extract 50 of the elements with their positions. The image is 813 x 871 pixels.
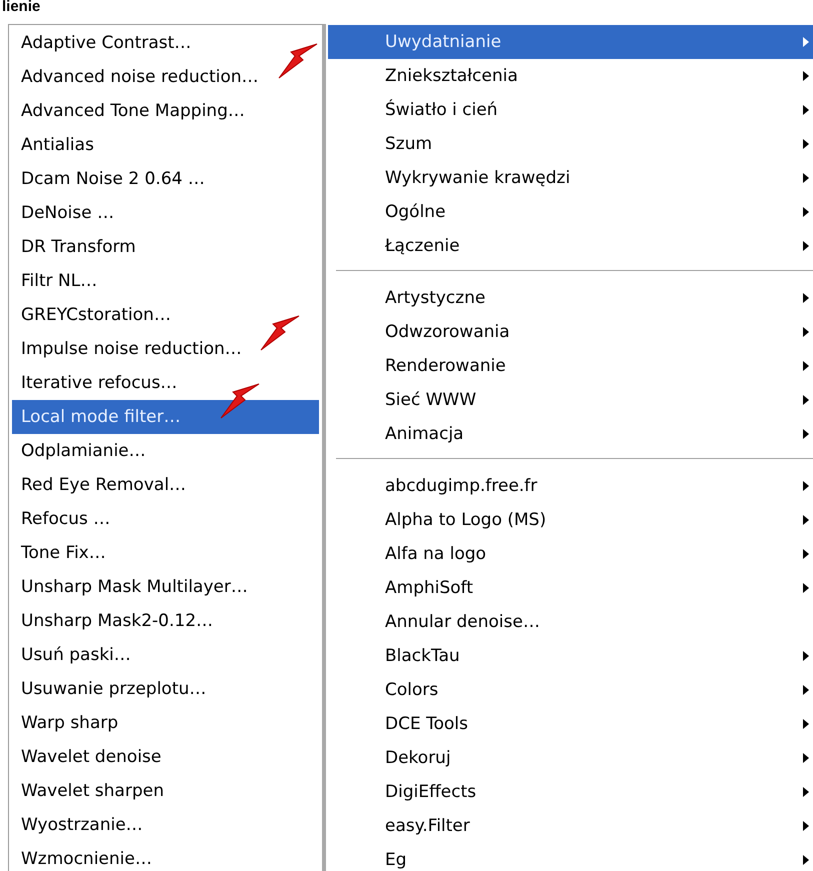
menu-item[interactable]: Refocus … xyxy=(12,502,112,536)
menu-item[interactable]: Adaptive Contrast… xyxy=(12,26,194,60)
menu-item[interactable]: Advanced noise reduction… xyxy=(12,60,261,94)
menu-item[interactable]: Sieć WWW xyxy=(328,383,813,417)
menu-item[interactable]: Wzmocnienie… xyxy=(12,842,154,871)
menu-item[interactable]: Dekoruj xyxy=(328,741,813,775)
menu-item[interactable]: Iterative refocus… xyxy=(12,366,180,400)
menu-item[interactable]: Eg xyxy=(328,843,813,871)
menu-item[interactable]: Łączenie xyxy=(328,229,813,263)
menu-item[interactable]: Colors xyxy=(328,673,813,707)
menu-item[interactable]: Ogólne xyxy=(328,195,813,229)
menu-item[interactable]: DigiEffects xyxy=(328,775,813,809)
menu-item[interactable]: Annular denoise… xyxy=(328,605,813,639)
menu-item[interactable]: Animacja xyxy=(328,417,813,451)
menu-item[interactable]: Dcam Noise 2 0.64 … xyxy=(12,162,207,196)
menu-item[interactable]: GREYCstoration… xyxy=(12,298,173,332)
menu-item[interactable]: easy.Filter xyxy=(328,809,813,843)
menu-item[interactable]: Alfa na logo xyxy=(328,537,813,571)
menu-item[interactable]: abcdugimp.free.fr xyxy=(328,469,813,503)
menu-item[interactable]: Usuwanie przeplotu… xyxy=(12,672,208,706)
menu-item[interactable]: Szum xyxy=(328,127,813,161)
menu-item[interactable]: Wavelet denoise xyxy=(12,740,164,774)
menu-item[interactable]: DCE Tools xyxy=(328,707,813,741)
menu-item[interactable]: Red Eye Removal… xyxy=(12,468,188,502)
menu-item[interactable]: Odwzorowania xyxy=(328,315,813,349)
menu-item[interactable]: Renderowanie xyxy=(328,349,813,383)
menu-item[interactable]: Unsharp Mask Multilayer… xyxy=(12,570,250,604)
menu-item[interactable]: Światło i cień xyxy=(328,93,813,127)
menu-item[interactable]: Alpha to Logo (MS) xyxy=(328,503,813,537)
menu-item[interactable]: Advanced Tone Mapping… xyxy=(12,94,247,128)
menu-item[interactable]: Odplamianie… xyxy=(12,434,148,468)
menu-item[interactable]: Unsharp Mask2-0.12… xyxy=(12,604,216,638)
menu-item[interactable]: Filtr NL… xyxy=(12,264,100,298)
menu-item[interactable]: Zniekształcenia xyxy=(328,59,813,93)
menu-item[interactable]: Artystyczne xyxy=(328,281,813,315)
menu-item[interactable]: Wyostrzanie… xyxy=(12,808,145,842)
menu-item[interactable]: Uwydatnianie xyxy=(328,25,813,59)
menu-item[interactable]: Wavelet sharpen xyxy=(12,774,166,808)
menu-item[interactable]: DR Transform xyxy=(12,230,138,264)
menu-item[interactable]: Antialias xyxy=(12,128,96,162)
menu-item[interactable]: BlackTau xyxy=(328,639,813,673)
menu-item[interactable]: AmphiSoft xyxy=(328,571,813,605)
menu-item[interactable]: Impulse noise reduction… xyxy=(12,332,244,366)
menu-item[interactable]: Usuń paski… xyxy=(12,638,133,672)
header-title: lienie xyxy=(1,0,42,14)
menu-item[interactable]: DeNoise … xyxy=(12,196,116,230)
menu-item[interactable]: Wykrywanie krawędzi xyxy=(328,161,813,195)
menu-item[interactable]: Warp sharp xyxy=(12,706,120,740)
menu-item[interactable]: Tone Fix… xyxy=(12,536,108,570)
menu-item[interactable]: Local mode filter… xyxy=(12,400,319,434)
